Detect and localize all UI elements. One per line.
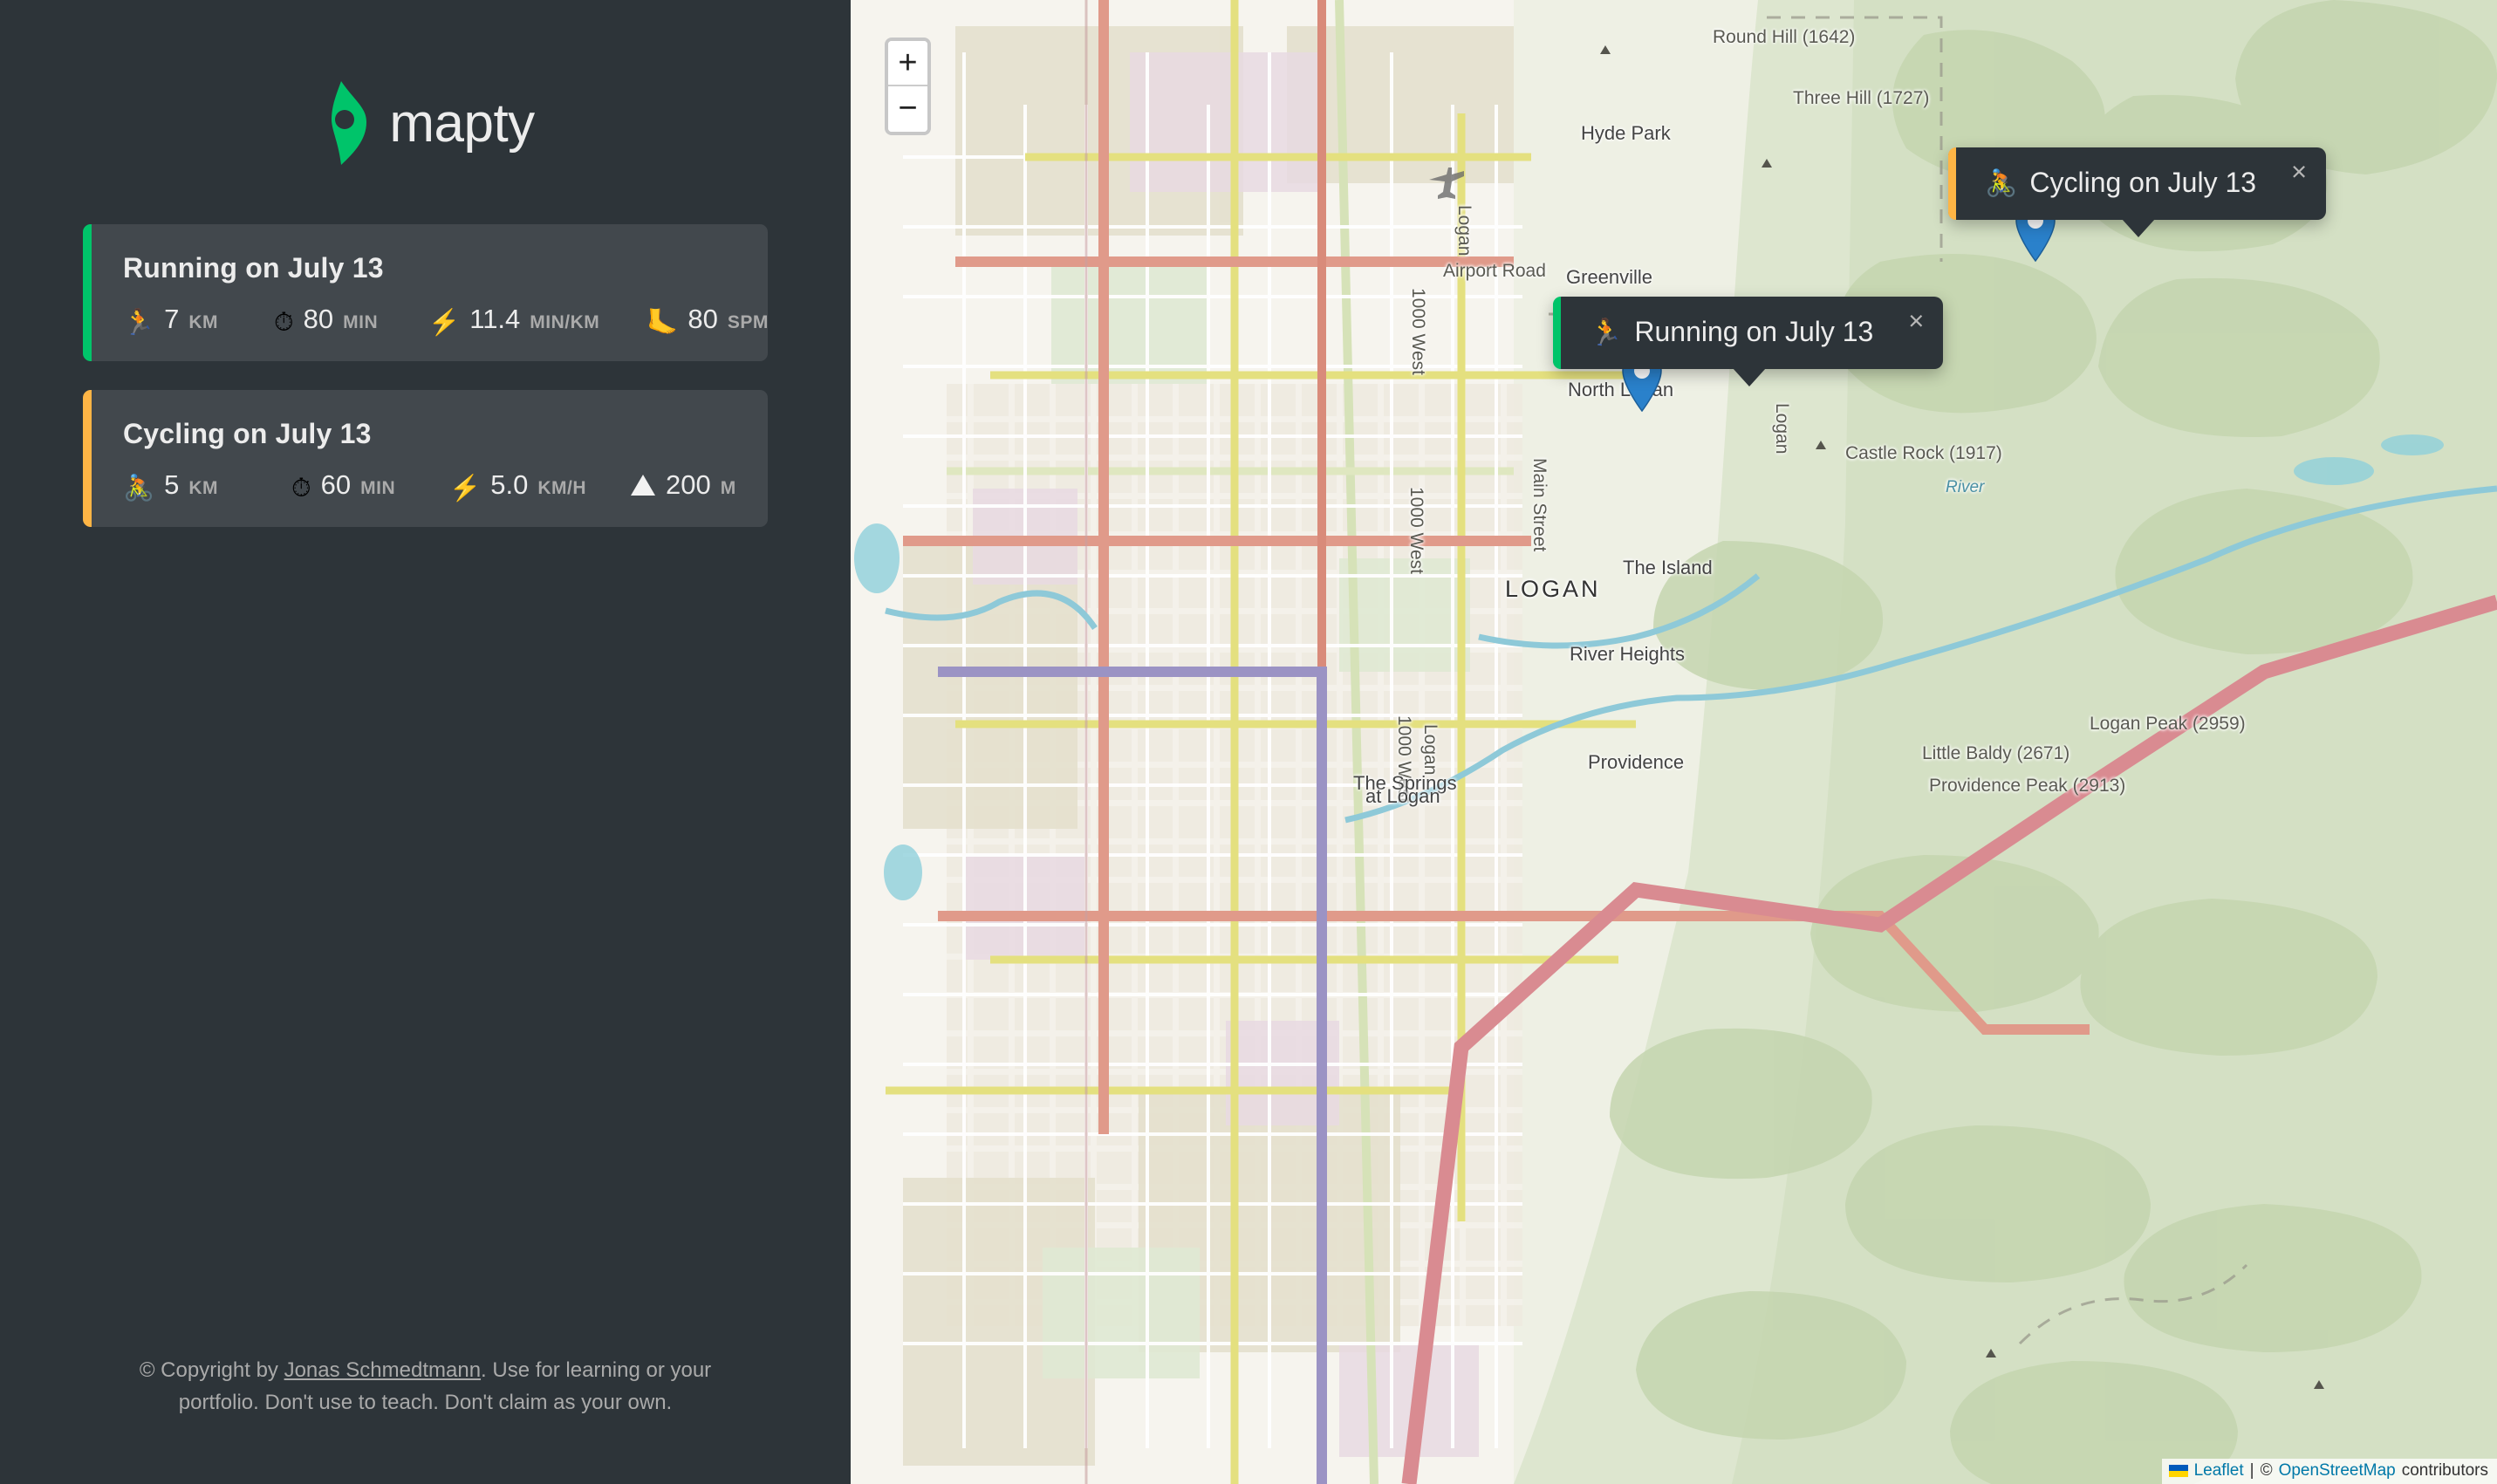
duration-value: 80 [303, 304, 334, 334]
workout-card-cycling[interactable]: Cycling on July 13 🚴 5 KM ⏱ 60 MIN ⚡ 5.0… [83, 390, 768, 527]
zoom-out-button[interactable]: − [888, 86, 927, 132]
map-pin-logo-icon [316, 81, 367, 165]
workout-detail-duration: ⏱ 80 MIN [274, 304, 379, 337]
map-view[interactable]: Round Hill (1642) Three Hill (1727) Hyde P… [851, 0, 2497, 1484]
workout-details: 🚴 5 KM ⏱ 60 MIN ⚡ 5.0 KM/H 200 M [123, 469, 735, 503]
pace-unit: MIN/KM [530, 312, 600, 332]
cycling-icon: 🚴 [123, 475, 155, 503]
duration-unit: MIN [343, 312, 379, 332]
workout-detail-cadence: 🦶 80 SPM [646, 304, 769, 337]
elevation-unit: M [720, 478, 736, 498]
stopwatch-icon: ⏱ [291, 475, 311, 503]
app-title: mapty [389, 92, 535, 154]
attribution-separator: | [2249, 1461, 2254, 1480]
mapty-app: mapty Running on July 13 🏃 7 KM ⏱ 80 MIN [0, 0, 2497, 1484]
copyright-text: © Copyright by Jonas Schmedtmann. Use fo… [120, 1354, 731, 1419]
workout-card-running[interactable]: Running on July 13 🏃 7 KM ⏱ 80 MIN ⚡ 11.… [83, 224, 768, 361]
elevation-value: 200 [666, 469, 711, 500]
map-popup-running[interactable]: 🏃 Running on July 13 × [1553, 297, 1944, 386]
workout-list: Running on July 13 🏃 7 KM ⏱ 80 MIN ⚡ 11.… [83, 224, 768, 527]
distance-value: 7 [164, 304, 180, 334]
map-attribution: Leaflet | © OpenStreetMap contributors [2161, 1459, 2497, 1484]
workout-detail-elevation: 200 M [630, 469, 736, 501]
workout-detail-speed: ⚡ 5.0 KM/H [449, 469, 587, 503]
duration-value: 60 [320, 469, 352, 500]
workout-title: Running on July 13 [123, 252, 384, 284]
duration-unit: MIN [360, 478, 396, 498]
lightning-icon: ⚡ [428, 309, 461, 337]
lightning-icon: ⚡ [449, 475, 482, 503]
distance-unit: KM [188, 312, 219, 332]
running-icon: 🏃 [1590, 318, 1623, 347]
ukraine-flag-icon [2168, 1465, 2188, 1477]
running-icon: 🏃 [123, 309, 155, 337]
sidebar: mapty Running on July 13 🏃 7 KM ⏱ 80 MIN [0, 0, 851, 1484]
workout-title: Cycling on July 13 [123, 418, 372, 449]
close-icon[interactable]: × [1908, 307, 1924, 334]
workout-detail-distance: 🚴 5 KM [123, 469, 219, 503]
workout-detail-distance: 🏃 7 KM [123, 304, 219, 337]
pace-value: 11.4 [469, 304, 521, 334]
speed-value: 5.0 [490, 469, 529, 500]
footprint-icon: 🦶 [646, 309, 679, 337]
workout-detail-duration: ⏱ 60 MIN [291, 469, 396, 503]
popup-label: Running on July 13 [1634, 316, 1874, 347]
cadence-value: 80 [688, 304, 718, 334]
author-link[interactable]: Jonas Schmedtmann [284, 1358, 481, 1382]
workout-details: 🏃 7 KM ⏱ 80 MIN ⚡ 11.4 MIN/KM 🦶 80 SPM [123, 304, 768, 337]
stopwatch-icon: ⏱ [274, 309, 294, 337]
copyright-prefix: © Copyright by [139, 1357, 284, 1382]
map-popup-cycling[interactable]: 🚴 Cycling on July 13 × [1948, 147, 2327, 237]
zoom-in-button[interactable]: + [888, 41, 927, 86]
distance-unit: KM [188, 478, 219, 498]
leaflet-link[interactable]: Leaflet [2194, 1461, 2244, 1481]
close-icon[interactable]: × [2291, 158, 2307, 185]
cadence-unit: SPM [727, 312, 769, 332]
zoom-control[interactable]: + − [885, 38, 931, 135]
speed-unit: KM/H [537, 478, 587, 498]
popup-label: Cycling on July 13 [2029, 167, 2257, 198]
mountain-icon [630, 474, 656, 502]
cycling-icon: 🚴 [1985, 169, 2018, 198]
distance-value: 5 [164, 469, 180, 500]
map-tiles [851, 0, 2497, 1484]
workout-detail-pace: ⚡ 11.4 MIN/KM [428, 304, 600, 337]
openstreetmap-link[interactable]: OpenStreetMap [2279, 1461, 2396, 1481]
attribution-copyright: © [2260, 1461, 2273, 1480]
app-logo: mapty [83, 81, 768, 165]
attribution-contributors: contributors [2401, 1461, 2488, 1480]
